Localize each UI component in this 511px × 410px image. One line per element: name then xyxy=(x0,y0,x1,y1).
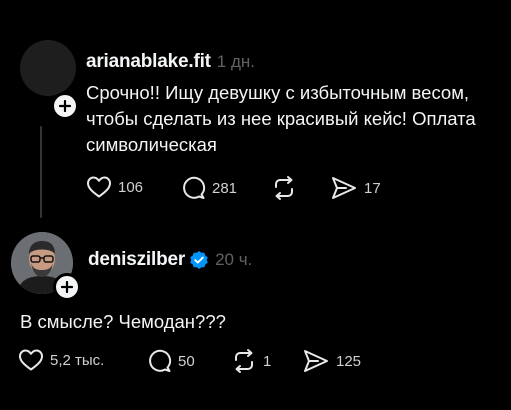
timestamp: 1 дн. xyxy=(216,52,255,71)
plus-icon xyxy=(59,100,71,112)
send-icon xyxy=(304,350,328,372)
send-icon xyxy=(332,177,356,199)
share-count: 17 xyxy=(364,179,381,197)
repost-button[interactable]: 1 xyxy=(231,348,271,374)
avatar[interactable] xyxy=(20,40,76,96)
follow-button[interactable] xyxy=(53,273,81,301)
repost-icon xyxy=(275,176,293,200)
post-header: arianablake.fit 1 дн. xyxy=(86,51,255,73)
comment-icon xyxy=(149,349,172,372)
thread-line xyxy=(40,126,42,218)
post-text: Срочно!! Ищу девушку с избыточным весом,… xyxy=(86,80,506,158)
post-text-line: Срочно!! Ищу девушку с избыточным весом, xyxy=(86,82,470,103)
comment-button[interactable]: 50 xyxy=(146,348,195,374)
username[interactable]: deniszilber xyxy=(88,249,185,271)
share-count: 125 xyxy=(336,352,362,370)
like-count: 106 xyxy=(118,178,144,196)
post-text-line: символическая xyxy=(86,134,217,155)
post-text: В смысле? Чемодан??? xyxy=(20,309,500,335)
like-button[interactable]: 106 xyxy=(86,175,143,199)
heart-icon xyxy=(87,176,111,198)
verified-badge-icon xyxy=(190,251,208,269)
repost-button[interactable] xyxy=(271,175,303,201)
comment-count: 281 xyxy=(212,179,238,197)
post-text-line: чтобы сделать из нее красивый кейс! Опла… xyxy=(86,108,476,129)
comment-icon xyxy=(183,176,206,199)
plus-icon xyxy=(61,281,73,293)
timestamp: 20 ч. xyxy=(215,250,253,269)
comment-count: 50 xyxy=(178,352,195,370)
repost-count: 1 xyxy=(263,352,272,370)
like-button[interactable]: 5,2 тыс. xyxy=(18,348,104,372)
post-text-line: В смысле? Чемодан??? xyxy=(20,311,226,332)
share-button[interactable]: 125 xyxy=(302,348,361,374)
repost-icon xyxy=(235,349,253,373)
username[interactable]: arianablake.fit xyxy=(86,51,211,72)
follow-button[interactable] xyxy=(51,92,79,120)
heart-icon xyxy=(19,349,43,371)
comment-button[interactable]: 281 xyxy=(180,175,237,201)
share-button[interactable]: 17 xyxy=(330,175,381,201)
post-header: deniszilber 20 ч. xyxy=(88,249,252,271)
like-count: 5,2 тыс. xyxy=(50,351,105,369)
